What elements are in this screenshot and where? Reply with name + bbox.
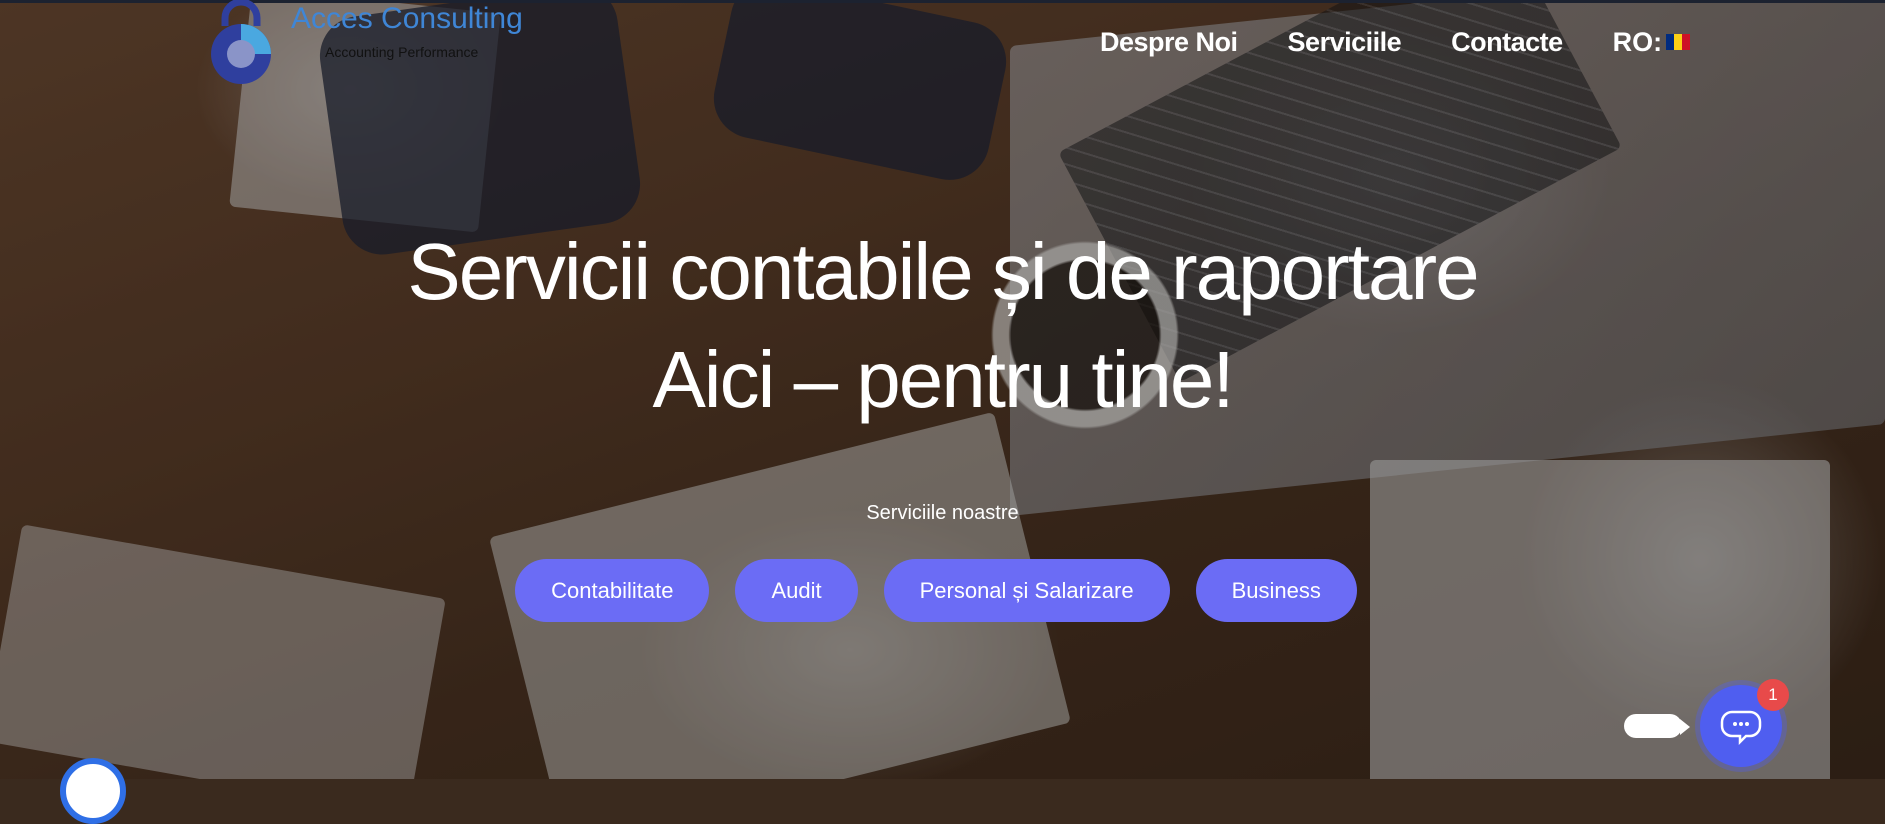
hero-subheadline: Aici – pentru tine! bbox=[652, 335, 1234, 424]
brand-tagline: Accounting Performance bbox=[325, 44, 479, 60]
contabilitate-button[interactable]: Contabilitate bbox=[515, 559, 710, 622]
nav-despre-noi[interactable]: Despre Noi bbox=[1100, 27, 1238, 58]
language-selector[interactable]: RO: bbox=[1613, 27, 1691, 58]
services-label: Serviciile noastre bbox=[866, 502, 1019, 524]
business-button[interactable]: Business bbox=[1195, 559, 1357, 622]
language-label: RO: bbox=[1612, 26, 1663, 57]
audit-button[interactable]: Audit bbox=[735, 559, 858, 622]
brand-name: Acces Consulting bbox=[291, 2, 523, 35]
hero-headline: Servicii contabile și de raportare bbox=[407, 227, 1479, 316]
personal-salarizare-button[interactable]: Personal și Salarizare bbox=[883, 559, 1170, 622]
services-buttons: Contabilitate Audit Personal și Salariza… bbox=[0, 559, 1885, 622]
site-logo[interactable]: Acces Consulting Accounting Performance bbox=[205, 0, 555, 85]
chat-preview-tip bbox=[1680, 719, 1690, 735]
romania-flag-icon bbox=[1666, 34, 1691, 50]
main-navigation: Despre Noi Serviciile Contacte RO: bbox=[1100, 22, 1691, 62]
nav-contacte[interactable]: Contacte bbox=[1451, 27, 1563, 58]
accessibility-button[interactable] bbox=[60, 758, 126, 824]
padlock-logo-icon bbox=[211, 0, 271, 84]
chat-preview-bubble[interactable] bbox=[1624, 714, 1682, 738]
notification-badge: 1 bbox=[1757, 679, 1789, 711]
nav-serviciile[interactable]: Serviciile bbox=[1288, 27, 1402, 58]
chat-bubbles-icon bbox=[1720, 710, 1762, 746]
